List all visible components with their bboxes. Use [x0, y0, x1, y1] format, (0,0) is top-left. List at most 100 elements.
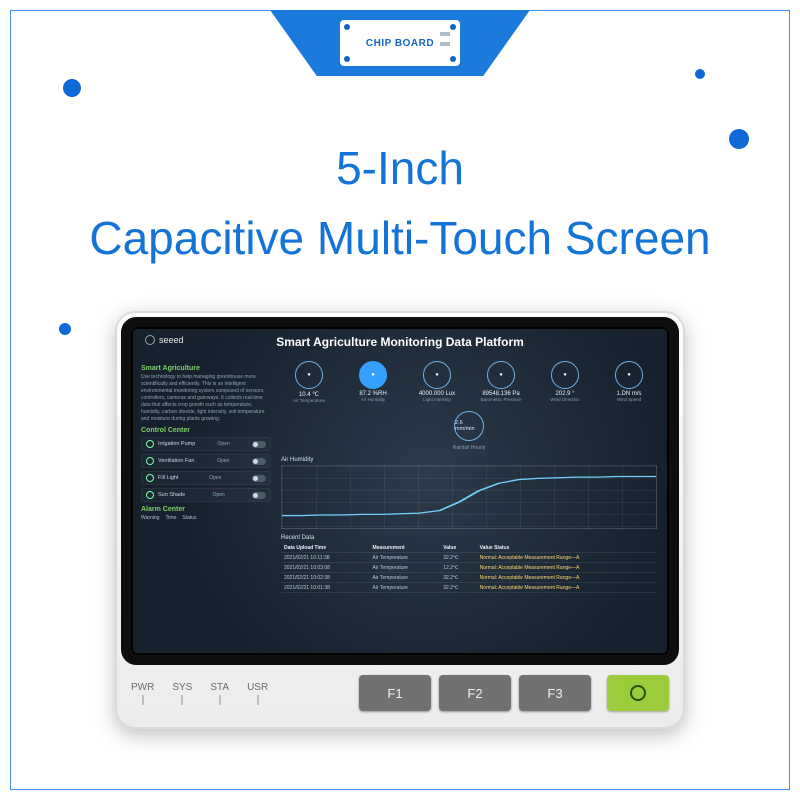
- metric: ● 202.9 ° Wind Direction: [537, 361, 593, 403]
- table-row: 2021/02/21 10:01:38 Air Temperature 32.2…: [281, 583, 657, 593]
- f-button[interactable]: F2: [439, 675, 511, 711]
- toggle[interactable]: [252, 492, 266, 499]
- top-banner: CHIP BOARD: [270, 10, 530, 76]
- port-icon: [440, 32, 450, 36]
- device: seeed Smart Agriculture Monitoring Data …: [115, 311, 685, 729]
- cell-status: Normal: Acceptable Measurement Range—A: [477, 553, 657, 563]
- humidity-chart: [281, 465, 657, 529]
- decor-dot: [63, 79, 81, 97]
- sidebar-sec1-title: Smart Agriculture: [141, 365, 271, 372]
- metric-label: Wind Direction: [537, 397, 593, 402]
- cell-value: 32.2℃: [440, 573, 476, 583]
- toggle[interactable]: [252, 475, 266, 482]
- cell-status: Normal: Acceptable Measurement Range—A: [477, 563, 657, 573]
- metric: ● 87.2 %RH Air Humidity: [345, 361, 401, 403]
- led: PWR: [131, 682, 154, 705]
- led-indicator: [257, 695, 259, 705]
- metric-ring: ●: [487, 361, 515, 389]
- table-header: Measurement: [369, 543, 440, 553]
- led-indicator: [142, 695, 144, 705]
- metric-label: Light Intensity: [409, 397, 465, 402]
- metric: ● 10.4 ℃ Air Temperature: [281, 361, 337, 403]
- control-row[interactable]: Fill Light Open: [141, 471, 271, 485]
- alarm-col: Status: [182, 515, 196, 521]
- port-icon: [440, 42, 450, 46]
- bezel: PWR SYS STA USR F1F2F3: [131, 669, 669, 717]
- cell-time: 2021/02/21 10:03:08: [281, 563, 369, 573]
- metric-ring: ●: [295, 361, 323, 389]
- led-indicator: [181, 695, 183, 705]
- led-label: PWR: [131, 682, 154, 693]
- f-button[interactable]: F3: [519, 675, 591, 711]
- table-row: 2021/02/21 10:11:38 Air Temperature 32.2…: [281, 553, 657, 563]
- toggle-label: Open: [218, 441, 230, 447]
- cell-value: 12.2℃: [440, 563, 476, 573]
- sidebar-sec2-title: Control Center: [141, 427, 271, 434]
- led: USR: [247, 682, 268, 705]
- cell-status: Normal: Acceptable Measurement Range—A: [477, 573, 657, 583]
- metric-label: Air Temperature: [281, 398, 337, 403]
- metric: ● 1.DN m/s Wind Speed: [601, 361, 657, 403]
- metric-row: ● 10.4 ℃ Air Temperature ● 87.2 %RH Air …: [281, 361, 657, 403]
- decor-dot: [59, 323, 71, 335]
- toggle-label: Open: [217, 458, 229, 464]
- table-header: Value: [440, 543, 476, 553]
- toggle[interactable]: [252, 441, 266, 448]
- toggle-label: Open: [212, 492, 224, 498]
- rain-ring: 2.6 mm/min: [454, 411, 484, 441]
- chipboard-logo: CHIP BOARD: [340, 20, 460, 66]
- control-label: Irrigation Pump: [158, 441, 195, 447]
- sidebar-sec3-title: Alarm Center: [141, 506, 271, 513]
- cell-measure: Air Temperature: [369, 553, 440, 563]
- f-button[interactable]: F1: [359, 675, 431, 711]
- metric: ● 89548.136 Pa Barometric Pressure: [473, 361, 529, 403]
- screen[interactable]: seeed Smart Agriculture Monitoring Data …: [131, 327, 669, 655]
- toggle[interactable]: [252, 458, 266, 465]
- table-header: Value Status: [477, 543, 657, 553]
- control-row[interactable]: Ventilation Fan Open: [141, 454, 271, 468]
- cell-status: Normal: Acceptable Measurement Range—A: [477, 583, 657, 593]
- metric-label: Air Humidity: [345, 397, 401, 402]
- title-line-1: 5-Inch: [11, 141, 789, 195]
- main-panel: ● 10.4 ℃ Air Temperature ● 87.2 %RH Air …: [281, 361, 657, 645]
- metric-ring: ●: [551, 361, 579, 389]
- table-header: Data Upload Time: [281, 543, 369, 553]
- control-icon: [146, 491, 154, 499]
- led-label: SYS: [172, 682, 192, 693]
- metric-label: Wind Speed: [601, 397, 657, 402]
- led-row: PWR SYS STA USR: [131, 682, 268, 705]
- toggle-label: Open: [209, 475, 221, 481]
- power-button[interactable]: [607, 675, 669, 711]
- metric-ring: ●: [359, 361, 387, 389]
- metric-ring: ●: [423, 361, 451, 389]
- control-row[interactable]: Irrigation Pump Open: [141, 437, 271, 451]
- cell-time: 2021/02/21 10:11:38: [281, 553, 369, 563]
- table-row: 2021/02/21 10:02:38 Air Temperature 32.2…: [281, 573, 657, 583]
- control-label: Ventilation Fan: [158, 458, 194, 464]
- cell-measure: Air Temperature: [369, 583, 440, 593]
- product-card: CHIP BOARD 5-Inch Capacitive Multi-Touch…: [10, 10, 790, 790]
- led-indicator: [219, 695, 221, 705]
- sidebar: Smart Agriculture Use technology to help…: [141, 361, 271, 645]
- metric: ● 4000.000 Lux Light Intensity: [409, 361, 465, 403]
- control-row[interactable]: Sun Shade Open: [141, 488, 271, 502]
- alarm-header: Warning Time Status: [141, 515, 271, 521]
- power-icon: [630, 685, 646, 701]
- cell-measure: Air Temperature: [369, 563, 440, 573]
- led-label: USR: [247, 682, 268, 693]
- alarm-col: Warning: [141, 515, 159, 521]
- chart-title: Air Humidity: [281, 457, 657, 463]
- led: STA: [210, 682, 229, 705]
- cell-measure: Air Temperature: [369, 573, 440, 583]
- metric-label: Barometric Pressure: [473, 397, 529, 402]
- cell-value: 32.2℃: [440, 583, 476, 593]
- rain-label: Rainfall Hourly: [281, 445, 657, 451]
- control-label: Fill Light: [158, 475, 178, 481]
- sidebar-sec1-text: Use technology to help managing greenhou…: [141, 374, 271, 423]
- chipboard-label: CHIP BOARD: [366, 38, 434, 49]
- decor-dot: [695, 69, 705, 79]
- metric-value: 10.4 ℃: [281, 391, 337, 398]
- alarm-col: Time: [165, 515, 176, 521]
- cell-time: 2021/02/21 10:02:38: [281, 573, 369, 583]
- control-label: Sun Shade: [158, 492, 185, 498]
